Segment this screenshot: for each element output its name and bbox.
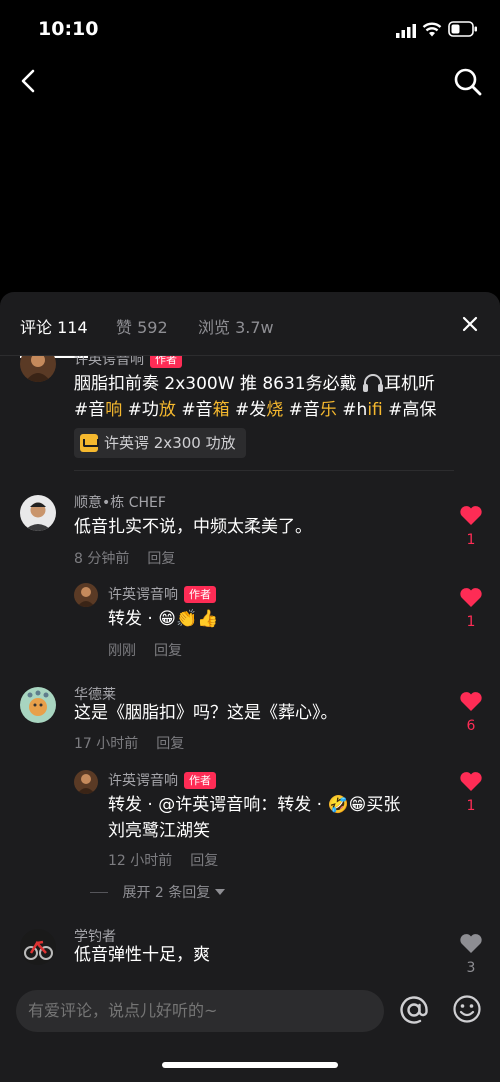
close-icon[interactable] [458, 312, 482, 336]
reply-text-line2: 刘亮鹭江湖笑 [108, 821, 210, 841]
author-avatar[interactable] [74, 770, 98, 794]
comment-sheet: 评论 114 赞 592 浏览 3.7w 许英谔音响 作者 胭脂扣前奏 2x300… [0, 292, 500, 1082]
wifi-icon [422, 22, 442, 37]
reply-time: 12 小时前 [108, 853, 173, 869]
laugh-emoji-icon: 🤣 [327, 795, 349, 815]
expand-replies-label: 展开 2 条回复 [122, 885, 211, 901]
hashtag-link[interactable]: #音响 [74, 400, 122, 420]
hashtag-link[interactable]: #功放 [128, 400, 176, 420]
author-badge: 作者 [184, 772, 216, 789]
hashtag-link[interactable]: #音箱 [181, 400, 229, 420]
heart-icon [460, 588, 482, 607]
reply-username[interactable]: 许英谔音响 作者 [108, 770, 216, 790]
like-count: 1 [466, 532, 476, 548]
home-indicator [162, 1062, 338, 1068]
post-text-tail: 耳机听 [384, 374, 436, 394]
hashtag-link[interactable]: #发烧 [235, 400, 283, 420]
reply-button[interactable]: 回复 [147, 551, 175, 567]
cart-icon [80, 434, 99, 452]
comment-text: 这是《胭脂扣》吗？这是《葬心》。 [74, 703, 338, 723]
comment-item: 华德莱 这是《胭脂扣》吗？这是《葬心》。 17 小时前 回复 6 许英谔音响 作者 … [0, 684, 500, 914]
grin-emoji-icon: 😁 [158, 609, 176, 629]
signal-icon [396, 24, 416, 38]
post-text-main: 胭脂扣前奏 2x300W 推 8631务必戴 [74, 374, 357, 394]
like-count: 1 [466, 614, 476, 630]
product-link[interactable]: 许英谔 2x300 功放 [74, 428, 246, 458]
comment-item: 学钓者 低音弹性十足，爽 3 [0, 926, 500, 982]
reply-button[interactable]: 回复 [154, 643, 182, 659]
tab-bar: 评论 114 赞 592 浏览 3.7w [0, 292, 500, 358]
hashtag-link[interactable]: #高保 [388, 400, 436, 420]
divider [74, 470, 454, 471]
reply-text: 转发 · 😁👏👍 [108, 609, 219, 629]
heart-icon [460, 934, 482, 953]
reply-button[interactable]: 回复 [156, 736, 184, 752]
heart-icon [460, 506, 482, 525]
battery-icon [448, 21, 477, 37]
hashtag-link[interactable]: #音乐 [289, 400, 337, 420]
status-time: 10:10 [38, 18, 99, 40]
reply-meta: 刚刚 回复 [108, 640, 182, 660]
clap-emoji-icon: 👏 [175, 609, 198, 629]
reply-username[interactable]: 许英谔音响 作者 [108, 584, 216, 604]
comment-list[interactable]: 许英谔音响 作者 胭脂扣前奏 2x300W 推 8631务必戴 耳机听 #音响 #… [0, 356, 500, 982]
comment-time: 17 小时前 [74, 736, 139, 752]
user-avatar[interactable] [20, 687, 56, 723]
search-icon[interactable] [452, 66, 484, 98]
like-button[interactable]: 1 [456, 504, 486, 548]
status-bar: 10:10 [0, 0, 500, 60]
emoji-icon[interactable] [452, 994, 482, 1024]
like-button[interactable]: 6 [456, 690, 486, 734]
product-label: 许英谔 2x300 功放 [104, 434, 236, 452]
comment-text: 低音弹性十足，爽 [74, 945, 210, 965]
author-avatar[interactable] [20, 356, 56, 382]
reply-text: 转发 · @许英谔音响：转发 · 🤣😁买张 [108, 795, 401, 815]
user-avatar[interactable] [20, 929, 56, 965]
like-count: 3 [466, 960, 476, 976]
grin-emoji-icon: 😁 [348, 795, 367, 815]
thumbs-up-emoji-icon: 👍 [197, 609, 219, 629]
like-count: 1 [466, 798, 476, 814]
tab-comments[interactable]: 评论 114 [20, 314, 88, 358]
like-count: 6 [466, 718, 476, 734]
post-text-line1: 胭脂扣前奏 2x300W 推 8631务必戴 耳机听 [74, 371, 435, 397]
comment-text: 低音扎实不说，中频太柔美了。 [74, 517, 312, 537]
comment-meta: 8 分钟前 回复 [74, 548, 175, 568]
comment-item: 顺意•栋 CHEF 低音扎实不说，中频太柔美了。 8 分钟前 回复 1 许英谔音响… [0, 492, 500, 672]
comment-username[interactable]: 顺意•栋 CHEF [74, 492, 166, 512]
expand-replies-button[interactable]: 展开 2 条回复 [90, 882, 225, 902]
author-post: 许英谔音响 作者 胭脂扣前奏 2x300W 推 8631务必戴 耳机听 #音响 #… [0, 356, 500, 476]
like-button[interactable]: 3 [456, 932, 486, 976]
comment-input[interactable] [16, 990, 384, 1032]
user-avatar[interactable] [20, 495, 56, 531]
like-button[interactable]: 1 [456, 586, 486, 630]
author-avatar[interactable] [74, 583, 98, 607]
post-hashtags: #音响 #功放 #音箱 #发烧 #音乐 #hifi #高保 [74, 397, 436, 423]
hashtag-link[interactable]: #hifi [342, 400, 382, 420]
back-icon[interactable] [14, 66, 44, 96]
tab-likes[interactable]: 赞 592 [116, 314, 168, 338]
tab-views[interactable]: 浏览 3.7w [198, 314, 274, 338]
comment-meta: 17 小时前 回复 [74, 733, 184, 753]
post-username-text: 许英谔音响 [74, 356, 144, 368]
headphones-icon [363, 374, 384, 392]
mention-icon[interactable] [398, 994, 430, 1026]
reply-button[interactable]: 回复 [190, 853, 218, 869]
like-button[interactable]: 1 [456, 770, 486, 814]
heart-icon [460, 772, 482, 791]
heart-icon [460, 692, 482, 711]
caret-down-icon [214, 889, 225, 895]
author-badge: 作者 [184, 586, 216, 603]
author-badge: 作者 [150, 356, 182, 368]
comment-time: 8 分钟前 [74, 551, 130, 567]
reply-time: 刚刚 [108, 643, 136, 659]
reply-meta: 12 小时前 回复 [108, 850, 218, 870]
post-username[interactable]: 许英谔音响 作者 [74, 356, 182, 369]
